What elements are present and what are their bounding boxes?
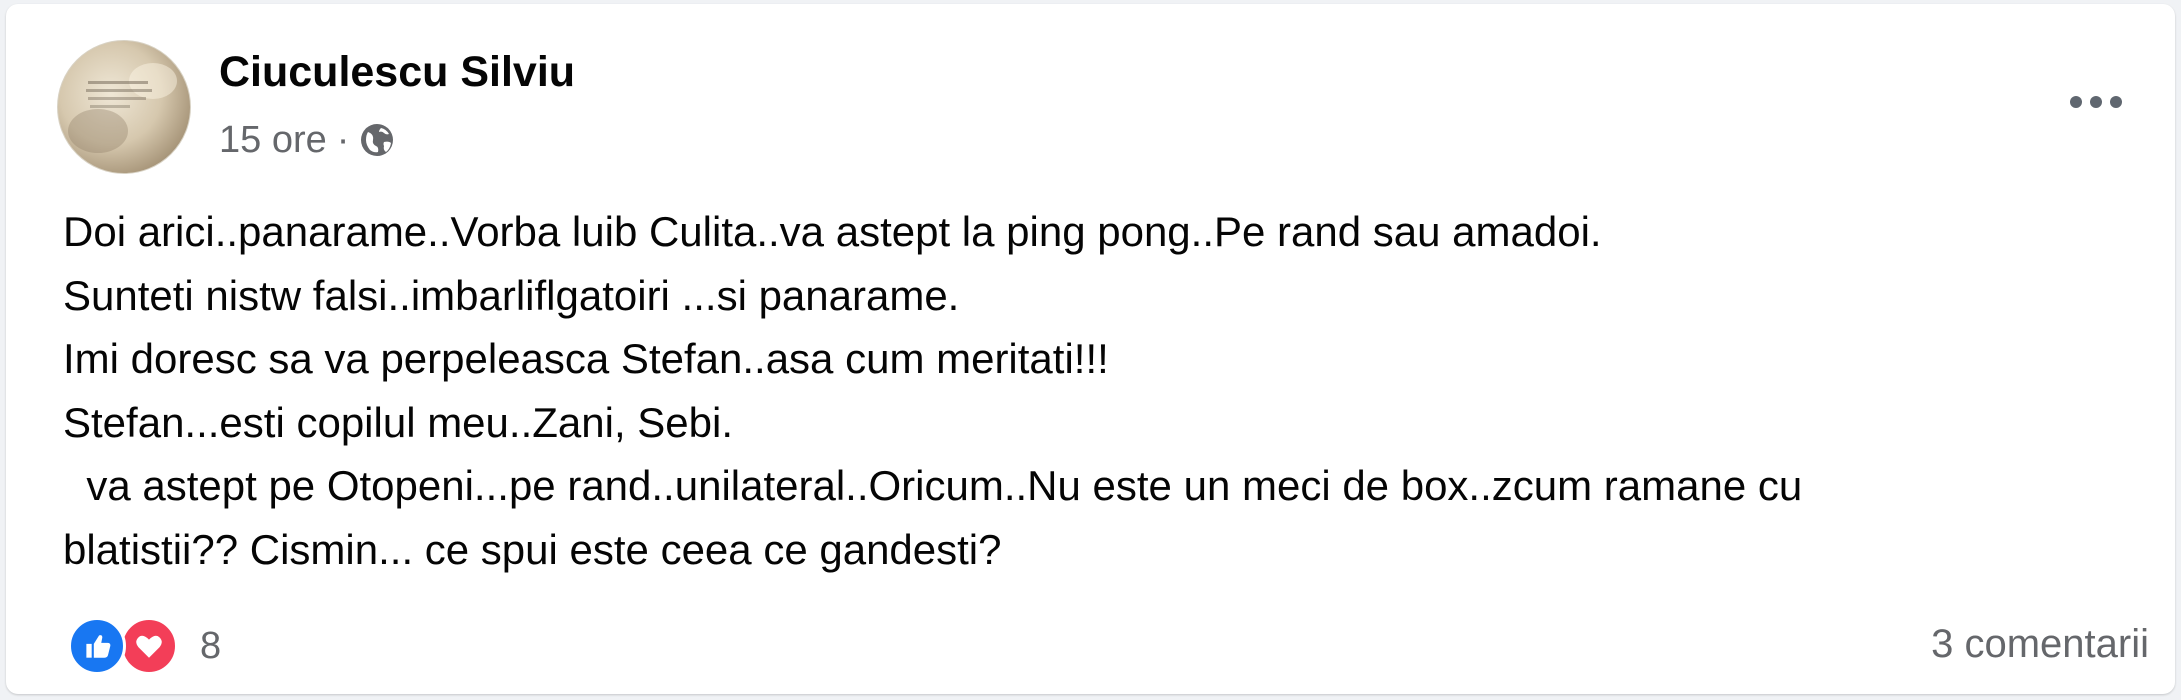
more-options-icon [2070, 96, 2122, 108]
post-meta: 15 ore · [219, 116, 397, 164]
post-text-line: Doi arici..panarame..Vorba luib Culita..… [63, 208, 1602, 255]
love-icon [120, 617, 178, 675]
globe-icon[interactable] [357, 120, 397, 160]
post-timestamp[interactable]: 15 ore [219, 119, 327, 162]
post-text-line: Stefan...esti copilul meu..Zani, Sebi. [63, 398, 734, 446]
post-text-line: Imi doresc sa va perpeleasca Stefan..asa… [63, 335, 1109, 382]
post-text-line: Sunteti nistw falsi..imbarliflgatoiri ..… [63, 271, 960, 319]
post-text-line: va astept pe Otopeni...pe rand..unilater… [63, 462, 1803, 509]
post-text-line: blatistii?? Cismin... ce spui este ceea … [63, 525, 1002, 573]
avatar-image [68, 63, 177, 153]
post-text: Doi arici..panarame..Vorba luib Culita..… [63, 200, 2143, 581]
author-name[interactable]: Ciuculescu Silviu [219, 48, 575, 97]
like-icon [68, 617, 126, 675]
comments-count-link[interactable]: 3 comentarii [1931, 622, 2149, 667]
reactions-summary[interactable]: 8 [68, 616, 221, 676]
more-options-button[interactable] [2061, 80, 2131, 124]
meta-separator: · [336, 118, 350, 161]
post-card: Ciuculescu Silviu 15 ore · Doi arici..pa… [6, 4, 2175, 694]
avatar[interactable] [57, 40, 191, 174]
reaction-count: 8 [200, 624, 222, 667]
